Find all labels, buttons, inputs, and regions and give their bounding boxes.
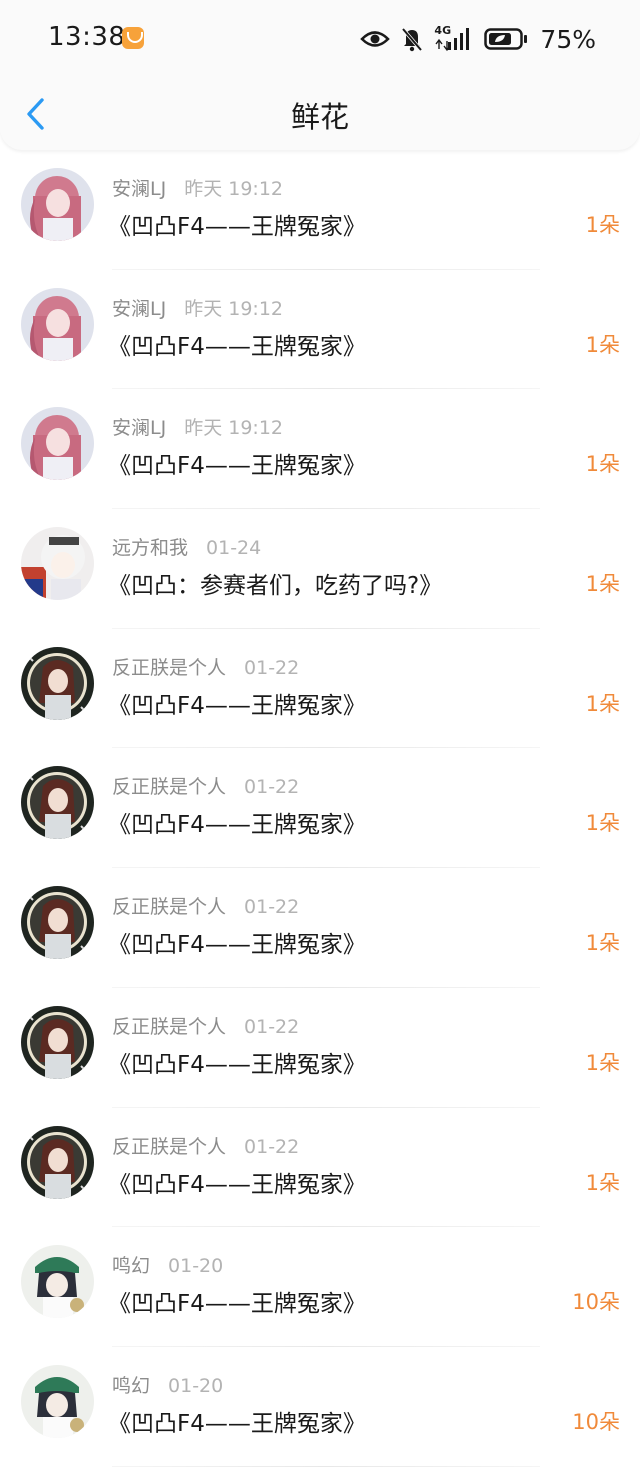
- work-title[interactable]: 《凹凸：参赛者们，吃药了吗?》: [108, 566, 442, 600]
- flower-count: 1朵: [585, 811, 620, 836]
- item-meta: 鸣幻 01-20: [112, 1251, 223, 1278]
- flower-count: 1朵: [585, 452, 620, 477]
- work-title[interactable]: 《凹凸F4——王牌冤家》: [108, 1284, 366, 1318]
- flower-count: 1朵: [585, 1170, 620, 1195]
- status-bar: 13:38 4G 75%: [0, 0, 640, 78]
- list-item[interactable]: 鸣幻 01-20 《凹凸F4——王牌冤家》 10朵: [0, 1347, 640, 1467]
- work-title[interactable]: 《凹凸F4——王牌冤家》: [108, 1045, 366, 1079]
- work-title[interactable]: 《凹凸F4——王牌冤家》: [108, 805, 366, 839]
- list-item[interactable]: 安澜LJ 昨天 19:12 《凹凸F4——王牌冤家》 1朵: [0, 389, 640, 510]
- list-item[interactable]: 反正朕是个人 01-22 《凹凸F4——王牌冤家》 1朵: [0, 1108, 640, 1228]
- flower-count: 10朵: [572, 1409, 620, 1434]
- work-title[interactable]: 《凹凸F4——王牌冤家》: [108, 327, 366, 361]
- list-item[interactable]: 远方和我 01-24 《凹凸：参赛者们，吃药了吗?》 1朵: [0, 509, 640, 629]
- avatar[interactable]: [21, 527, 94, 601]
- sent-time: 01-22: [244, 1135, 300, 1158]
- avatar[interactable]: [21, 646, 94, 720]
- work-title[interactable]: 《凹凸F4——王牌冤家》: [108, 446, 366, 480]
- avatar[interactable]: [21, 1125, 94, 1199]
- flower-count: 1朵: [585, 213, 620, 237]
- sender-name[interactable]: 鸣幻: [112, 1255, 150, 1277]
- list-item[interactable]: 反正朕是个人 01-22 《凹凸F4——王牌冤家》 1朵: [0, 868, 640, 988]
- work-title[interactable]: 《凹凸F4——王牌冤家》: [108, 1404, 366, 1438]
- work-title[interactable]: 《凹凸F4——王牌冤家》: [108, 686, 366, 720]
- sent-time: 01-20: [168, 1374, 224, 1397]
- sent-time: 昨天 19:12: [184, 297, 283, 320]
- list-item[interactable]: 鸣幻 01-20 《凹凸F4——王牌冤家》 10朵: [0, 1227, 640, 1347]
- item-meta: 反正朕是个人 01-22: [112, 1012, 299, 1039]
- flower-count: 1朵: [585, 691, 620, 716]
- flower-count: 10朵: [572, 1290, 620, 1315]
- list-item[interactable]: 反正朕是个人 01-22 《凹凸F4——王牌冤家》 1朵: [0, 748, 640, 869]
- avatar[interactable]: [21, 1364, 94, 1438]
- sender-name[interactable]: 安澜LJ: [112, 417, 166, 439]
- sender-name[interactable]: 反正朕是个人: [112, 657, 226, 679]
- sender-name[interactable]: 反正朕是个人: [112, 776, 226, 798]
- list-item[interactable]: 安澜LJ 昨天 19:12 《凹凸F4——王牌冤家》 1朵: [0, 270, 640, 390]
- sent-time: 01-22: [244, 776, 300, 799]
- eye-icon: [360, 31, 391, 47]
- sender-name[interactable]: 鸣幻: [112, 1375, 150, 1397]
- sent-time: 昨天 19:12: [184, 417, 283, 440]
- sender-name[interactable]: 反正朕是个人: [112, 896, 226, 918]
- list-item[interactable]: 反正朕是个人 01-22 《凹凸F4——王牌冤家》 1朵: [0, 988, 640, 1108]
- sent-time: 01-20: [168, 1255, 224, 1278]
- item-meta: 反正朕是个人 01-22: [112, 892, 299, 919]
- flower-count: 1朵: [585, 931, 620, 956]
- item-meta: 安澜LJ 昨天 19:12: [112, 413, 283, 440]
- page-title: 鲜花: [290, 100, 349, 134]
- flower-count: 1朵: [585, 1050, 620, 1075]
- item-meta: 鸣幻 01-20: [112, 1371, 223, 1398]
- status-time: 13:38: [48, 22, 126, 52]
- sender-name[interactable]: 反正朕是个人: [112, 1136, 226, 1158]
- avatar[interactable]: [21, 287, 94, 361]
- avatar[interactable]: [21, 1245, 94, 1319]
- flower-count: 1朵: [585, 572, 620, 597]
- item-meta: 反正朕是个人 01-22: [112, 772, 299, 799]
- avatar[interactable]: [21, 1005, 94, 1079]
- item-meta: 反正朕是个人 01-22: [112, 1132, 299, 1159]
- status-icons: 4G 75%: [360, 24, 596, 54]
- sender-name[interactable]: 远方和我: [112, 537, 188, 559]
- mute-bell-icon: [402, 27, 423, 52]
- item-meta: 远方和我 01-24: [112, 533, 261, 560]
- work-title[interactable]: 《凹凸F4——王牌冤家》: [108, 925, 366, 959]
- battery-percent: 75%: [540, 24, 596, 54]
- battery-icon: [484, 28, 528, 50]
- work-title[interactable]: 《凹凸F4——王牌冤家》: [108, 207, 366, 241]
- sent-time: 01-22: [244, 1015, 300, 1038]
- app-badge-icon: [122, 27, 144, 49]
- sent-time: 01-24: [206, 537, 262, 560]
- sender-name[interactable]: 安澜LJ: [112, 298, 166, 320]
- list-item[interactable]: 安澜LJ 昨天 19:12 《凹凸F4——王牌冤家》 1朵: [0, 150, 640, 270]
- avatar[interactable]: [21, 766, 94, 840]
- divider: [112, 1465, 540, 1467]
- item-meta: 反正朕是个人 01-22: [112, 653, 299, 680]
- sent-time: 01-22: [244, 656, 300, 679]
- avatar[interactable]: [21, 886, 94, 960]
- header: 鲜花: [0, 78, 640, 150]
- sender-name[interactable]: 反正朕是个人: [112, 1016, 226, 1038]
- item-meta: 安澜LJ 昨天 19:12: [112, 294, 283, 321]
- sent-time: 01-22: [244, 896, 300, 919]
- work-title[interactable]: 《凹凸F4——王牌冤家》: [108, 1165, 366, 1199]
- avatar[interactable]: [21, 407, 94, 481]
- flower-count: 1朵: [585, 332, 620, 357]
- signal-icon: 4G: [434, 24, 474, 52]
- item-meta: 安澜LJ 昨天 19:12: [112, 174, 283, 201]
- sent-time: 昨天 19:12: [184, 178, 283, 200]
- sender-name[interactable]: 安澜LJ: [112, 178, 166, 200]
- avatar[interactable]: [21, 168, 94, 241]
- flower-list: 安澜LJ 昨天 19:12 《凹凸F4——王牌冤家》 1朵 安澜LJ 昨天 19:12 《凹…: [0, 150, 640, 1467]
- list-item[interactable]: 反正朕是个人 01-22 《凹凸F4——王牌冤家》 1朵: [0, 629, 640, 749]
